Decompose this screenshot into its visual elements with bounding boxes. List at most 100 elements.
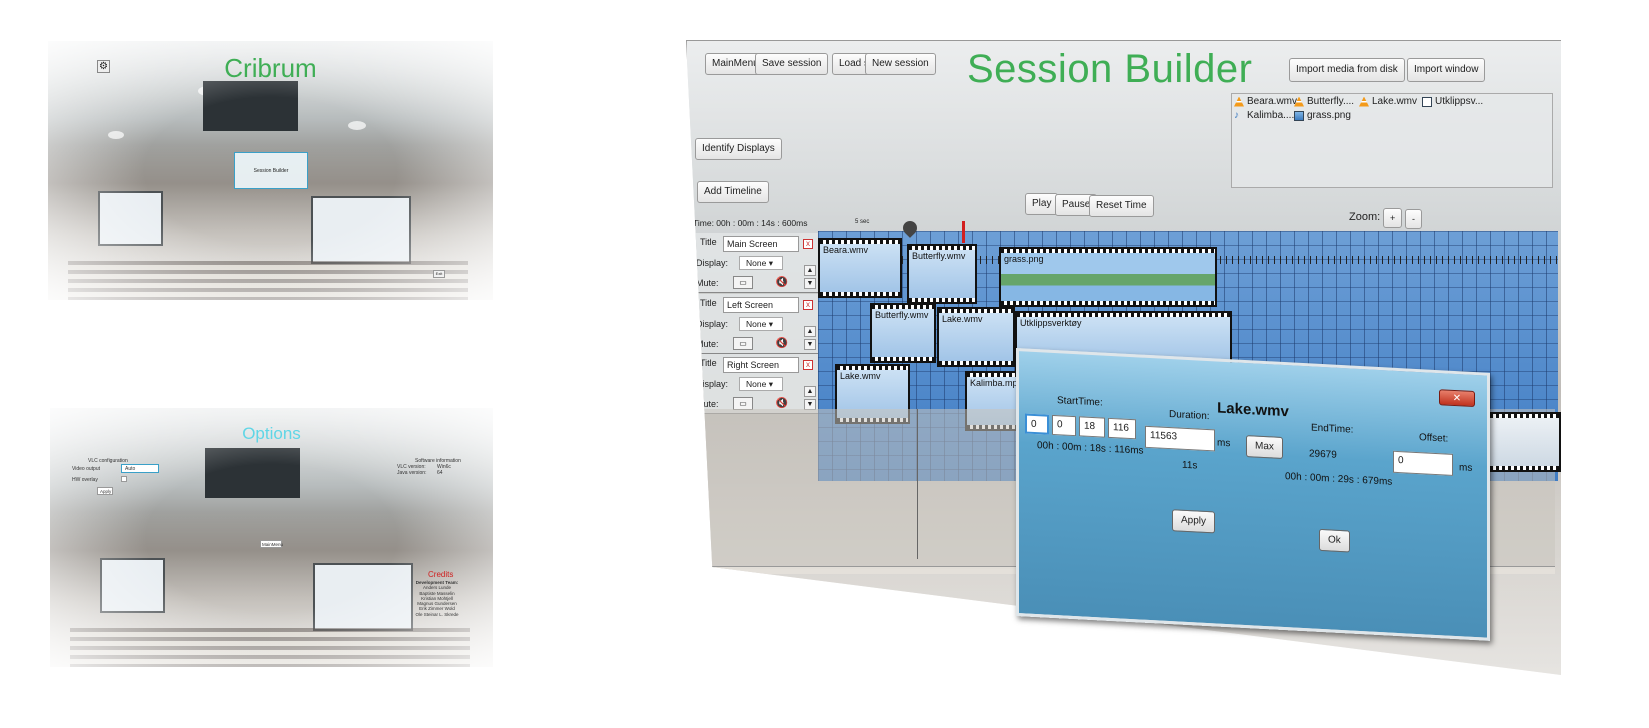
- media-name: Beara.wmv: [1247, 96, 1298, 107]
- title-label: Title: [700, 298, 717, 308]
- display-select[interactable]: None ▾: [739, 256, 783, 270]
- media-item[interactable]: ♪ Kalimba....: [1234, 110, 1294, 121]
- end-time-text: 00h : 00m : 29s : 679ms: [1285, 471, 1393, 488]
- save-session-button[interactable]: Save session: [755, 53, 829, 75]
- move-up-button[interactable]: ▲: [804, 386, 816, 397]
- start-ms-input[interactable]: 116: [1108, 417, 1136, 440]
- hall-seats: [70, 628, 470, 667]
- video-output-value: Auto: [125, 466, 136, 472]
- display-label: Display:: [696, 258, 729, 268]
- speaker-mute-icon[interactable]: 🔇: [773, 276, 791, 289]
- hw-overlay-checkbox[interactable]: [121, 476, 127, 482]
- media-library[interactable]: Beara.wmv Butterfly.... Lake.wmv Utklipp…: [1231, 93, 1553, 188]
- display-select[interactable]: None ▾: [739, 377, 783, 391]
- credit-name: Ole Steinar L. Skrede: [415, 611, 459, 617]
- import-media-button[interactable]: Import media from disk: [1289, 58, 1405, 82]
- new-session-button[interactable]: New session: [865, 53, 936, 75]
- move-up-button[interactable]: ▲: [804, 326, 816, 337]
- mute-label: Mute:: [696, 339, 719, 349]
- identify-displays-button[interactable]: Identify Displays: [695, 138, 782, 160]
- timeline-clip-partial[interactable]: [1488, 412, 1561, 472]
- ok-button[interactable]: Ok: [1319, 528, 1350, 553]
- move-down-button[interactable]: ▼: [804, 278, 816, 289]
- close-button[interactable]: ✕: [1439, 389, 1475, 408]
- display-value: None: [746, 319, 767, 329]
- vlc-icon: [1359, 96, 1369, 107]
- add-timeline-button[interactable]: Add Timeline: [697, 181, 769, 203]
- track-controls-left: Title Left Screen x Display: None ▾ Mute…: [693, 294, 818, 354]
- timeline-clip[interactable]: grass.png: [999, 247, 1217, 307]
- track-controls-right: Title Right Screen x Display: None ▾ Mut…: [693, 354, 818, 414]
- end-time-label: EndTime:: [1311, 422, 1354, 436]
- main-menu-panel: ⚙ Cribrum Session Builder Exit: [48, 41, 493, 300]
- clip-label: grass.png: [1004, 254, 1044, 264]
- image-icon: [1294, 110, 1304, 121]
- move-down-button[interactable]: ▼: [804, 339, 816, 350]
- offset-input[interactable]: 0: [1393, 450, 1453, 476]
- start-hours-input[interactable]: 0: [1025, 413, 1049, 435]
- pane-divider[interactable]: [917, 409, 918, 559]
- max-button[interactable]: Max: [1246, 435, 1283, 459]
- clip-label: Lake.wmv: [840, 371, 881, 381]
- start-minutes-input[interactable]: 0: [1052, 414, 1076, 437]
- java-version-value: 64: [437, 470, 443, 476]
- duration-text: 11s: [1182, 459, 1198, 472]
- session-builder-button[interactable]: Session Builder: [234, 152, 308, 189]
- chevron-down-icon: ▾: [768, 379, 773, 389]
- offset-unit: ms: [1459, 462, 1473, 474]
- media-name: Butterfly....: [1307, 96, 1355, 107]
- monitor-icon[interactable]: ▭: [733, 337, 753, 350]
- media-item[interactable]: Beara.wmv: [1234, 96, 1297, 107]
- remove-track-button[interactable]: x: [803, 300, 813, 310]
- display-label: Display:: [696, 379, 729, 389]
- media-item[interactable]: Lake.wmv: [1359, 96, 1417, 107]
- mainmenu-button[interactable]: MainMenu: [260, 540, 284, 548]
- move-up-button[interactable]: ▲: [804, 265, 816, 276]
- page-title: Session Builder: [967, 47, 1253, 91]
- start-seconds-input[interactable]: 18: [1079, 416, 1105, 438]
- play-button[interactable]: Play: [1025, 193, 1059, 215]
- track-title-input[interactable]: Right Screen: [723, 357, 799, 373]
- media-item[interactable]: Butterfly....: [1294, 96, 1354, 107]
- hall-projector-screen: [203, 81, 298, 131]
- mainmenu-button-label: MainMenu: [262, 542, 284, 547]
- java-version-label: Java version:: [397, 470, 427, 476]
- remove-track-button[interactable]: x: [803, 360, 813, 370]
- speaker-mute-icon[interactable]: 🔇: [773, 337, 791, 350]
- hall-left-screen: [100, 558, 165, 613]
- vlc-icon: [1234, 96, 1244, 107]
- credit-name: Erik Zimmer Wold: [419, 606, 455, 612]
- duration-input[interactable]: 11563: [1145, 425, 1215, 452]
- import-window-button[interactable]: Import window: [1407, 58, 1486, 82]
- duration-label: Duration:: [1169, 409, 1210, 423]
- exit-button[interactable]: Exit: [433, 270, 445, 278]
- reset-time-button[interactable]: Reset Time: [1089, 195, 1154, 217]
- end-time-value: 29679: [1309, 448, 1337, 461]
- offset-label: Offset:: [1419, 432, 1449, 445]
- time-readout: Time: 00h : 00m : 14s : 600ms: [693, 218, 808, 228]
- timeline-clip[interactable]: Butterfly.wmv: [907, 244, 977, 304]
- clip-properties-dialog: ✕ Lake.wmv StartTime: 0 0 18 116 00h : 0…: [1016, 348, 1490, 641]
- clip-label: Utklippsverktøy: [1020, 318, 1082, 328]
- apply-button[interactable]: Apply: [97, 487, 113, 495]
- time-marker: [962, 221, 965, 243]
- credits-title: Credits: [428, 570, 454, 579]
- display-label: Display:: [696, 319, 729, 329]
- media-item[interactable]: Utklippsv...: [1422, 96, 1483, 107]
- video-output-select[interactable]: Auto: [121, 464, 159, 473]
- remove-track-button[interactable]: x: [803, 239, 813, 249]
- monitor-icon[interactable]: ▭: [733, 276, 753, 289]
- track-title-input[interactable]: Main Screen: [723, 236, 799, 252]
- hall-left-screen: [98, 191, 163, 246]
- apply-button[interactable]: Apply: [1172, 509, 1216, 534]
- clip-label: Kalimba.mp3: [970, 378, 1023, 388]
- timeline-clip[interactable]: Butterfly.wmv: [870, 303, 936, 363]
- ceiling-light: [348, 121, 366, 130]
- media-item[interactable]: grass.png: [1294, 110, 1351, 121]
- ceiling-light: [108, 131, 124, 139]
- track-title-input[interactable]: Left Screen: [723, 297, 799, 313]
- music-icon: ♪: [1234, 109, 1239, 121]
- timeline-clip[interactable]: Beara.wmv: [818, 238, 902, 298]
- display-select[interactable]: None ▾: [739, 317, 783, 331]
- timeline-clip[interactable]: Lake.wmv: [937, 307, 1015, 367]
